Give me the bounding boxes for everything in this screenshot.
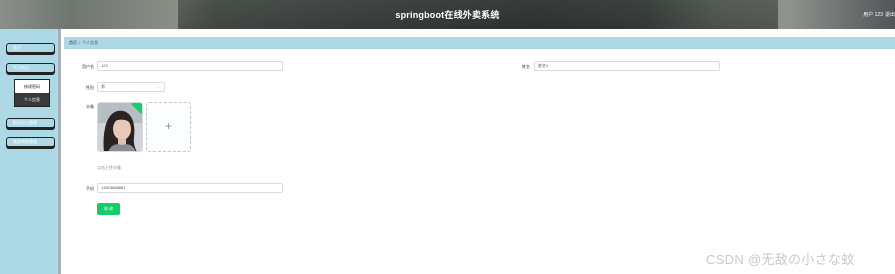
avatar-photo [98,103,142,151]
sidebar-item-label: 配送员工管理 [13,120,37,125]
sidebar-divider [58,29,61,274]
gender-label: 性别 [86,85,94,90]
breadcrumb-separator: / [79,40,81,45]
chevron-down-icon: ⌵ [46,65,50,70]
breadcrumb-current: 个人信息 [82,40,99,45]
chevron-down-icon: ⌵ [46,120,50,125]
sidebar-item-label: 商家审核管理 [13,139,37,144]
avatar-upload-button[interactable]: + [146,102,191,152]
logout-link[interactable]: 退出 [885,11,895,18]
sidebar-item-merchant-review[interactable]: 商家审核管理 ⌵ [6,137,55,147]
name-value: 姓名1 [538,63,549,68]
username-field[interactable]: 123 [97,61,283,71]
sidebar-item-home[interactable]: 首页 [6,43,55,53]
submenu-personal-center: 修改密码 个人信息 [14,79,50,107]
header-bar: springboot在线外卖系统 用户 123 退出 [0,0,895,29]
submenu-item-personal-info[interactable]: 个人信息 [15,93,49,106]
phone-label: 手机 [86,186,94,191]
update-button[interactable]: 修 改 [97,203,120,215]
phone-field[interactable]: 13823888881 [97,183,283,193]
breadcrumb: 首页 / 个人信息 [64,37,895,49]
app-title: springboot在线外卖系统 [395,10,500,20]
submenu-item-change-password[interactable]: 修改密码 [15,80,49,93]
gender-value: 男 [101,84,105,89]
plus-icon: + [164,119,172,133]
phone-value: 13823888881 [101,185,126,190]
sidebar-item-label: 个人中心 [13,65,29,70]
breadcrumb-home[interactable]: 首页 [69,40,77,45]
username-value: 123 [101,63,108,68]
sidebar-item-label: 首页 [13,45,21,50]
username-label: 用户名 [82,64,94,69]
avatar-image[interactable] [97,102,143,152]
current-user: 用户 123 [863,12,883,18]
upload-hint: 点击上传头像 [97,165,121,170]
sidebar-item-personal-center[interactable]: 个人中心 ⌵ [6,63,55,73]
chevron-down-icon: ⌵ [46,139,50,144]
name-label: 姓名 [522,64,530,69]
watermark: CSDN @无敌の小さな蚊 [706,252,855,267]
sidebar-item-delivery-staff[interactable]: 配送员工管理 ⌵ [6,118,55,128]
gender-select[interactable]: 男 ⌵ [97,82,165,92]
name-field[interactable]: 姓名1 [534,61,720,71]
chevron-down-icon: ⌵ [156,84,160,89]
avatar-label: 头像 [86,104,94,109]
